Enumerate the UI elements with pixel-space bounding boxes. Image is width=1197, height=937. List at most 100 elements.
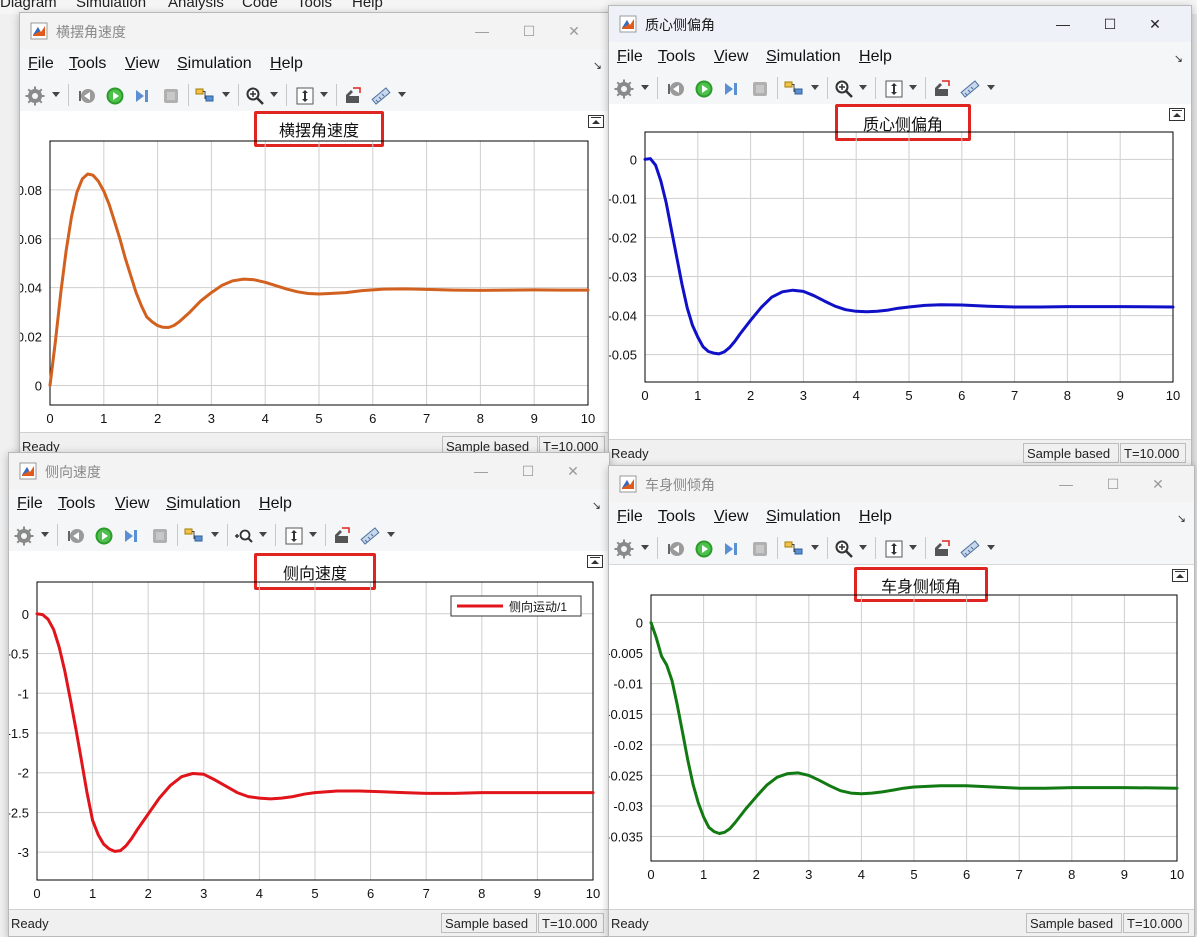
signal-blocks-icon[interactable] [183, 525, 205, 547]
signal-blocks-icon[interactable] [783, 78, 805, 100]
settings-gear-icon[interactable] [613, 78, 635, 100]
menu-tools[interactable]: Tools [69, 55, 106, 73]
dropdown-arrow-icon[interactable] [811, 545, 819, 550]
settings-gear-icon[interactable] [13, 525, 35, 547]
dropdown-arrow-icon[interactable] [859, 85, 867, 90]
menu-help[interactable]: Help [259, 495, 292, 513]
dropdown-arrow-icon[interactable] [52, 92, 60, 97]
scale-axes-icon[interactable] [883, 538, 905, 560]
menu-help[interactable]: Help [859, 48, 892, 66]
dropdown-arrow-icon[interactable] [641, 545, 649, 550]
dropdown-arrow-icon[interactable] [270, 92, 278, 97]
settings-gear-icon[interactable] [613, 538, 635, 560]
dropdown-arrow-icon[interactable] [41, 532, 49, 537]
menu-help[interactable]: Help [859, 508, 892, 526]
menu-tools[interactable]: Tools [658, 48, 695, 66]
minimize-button[interactable]: — [1044, 470, 1088, 498]
bg-menu-tools[interactable]: Tools [297, 0, 332, 11]
dropdown-arrow-icon[interactable] [909, 545, 917, 550]
highlight-simulink-block-icon[interactable] [931, 78, 953, 100]
menu-view[interactable]: View [714, 508, 748, 526]
measurements-icon[interactable] [959, 538, 981, 560]
dropdown-arrow-icon[interactable] [309, 532, 317, 537]
title-bar[interactable]: 质心侧偏角 — ☐ ✕ [609, 6, 1191, 42]
dropdown-arrow-icon[interactable] [320, 92, 328, 97]
dock-arrow-icon[interactable]: ↘ [1174, 52, 1183, 65]
menu-file[interactable]: File [28, 55, 54, 73]
stop-icon[interactable] [149, 525, 171, 547]
dock-arrow-icon[interactable]: ↘ [592, 499, 601, 512]
title-bar[interactable]: 侧向速度 — ☐ ✕ [9, 453, 609, 489]
maximize-button[interactable]: ☐ [507, 17, 551, 45]
measurements-icon[interactable] [370, 85, 392, 107]
menu-file[interactable]: File [617, 48, 643, 66]
step-back-icon[interactable] [665, 78, 687, 100]
menu-simulation[interactable]: Simulation [766, 508, 841, 526]
signal-blocks-icon[interactable] [194, 85, 216, 107]
dropdown-arrow-icon[interactable] [859, 545, 867, 550]
run-icon[interactable] [93, 525, 115, 547]
dropdown-arrow-icon[interactable] [222, 92, 230, 97]
legend[interactable]: 侧向运动/1 [450, 595, 582, 617]
zoom-in-icon[interactable] [833, 538, 855, 560]
menu-tools[interactable]: Tools [58, 495, 95, 513]
step-back-icon[interactable] [65, 525, 87, 547]
scale-axes-icon[interactable] [294, 85, 316, 107]
dropdown-arrow-icon[interactable] [987, 85, 995, 90]
close-button[interactable]: ✕ [551, 457, 595, 485]
highlight-simulink-block-icon[interactable] [331, 525, 353, 547]
signal-blocks-icon[interactable] [783, 538, 805, 560]
dropdown-arrow-icon[interactable] [387, 532, 395, 537]
menu-tools[interactable]: Tools [658, 508, 695, 526]
highlight-simulink-block-icon[interactable] [342, 85, 364, 107]
menu-help[interactable]: Help [270, 55, 303, 73]
minimize-button[interactable]: — [460, 17, 504, 45]
step-back-icon[interactable] [665, 538, 687, 560]
run-icon[interactable] [693, 78, 715, 100]
menu-simulation[interactable]: Simulation [177, 55, 252, 73]
settings-gear-icon[interactable] [24, 85, 46, 107]
scale-axes-icon[interactable] [283, 525, 305, 547]
maximize-button[interactable]: ☐ [1088, 10, 1132, 38]
title-bar[interactable]: 横摆角速度 — ☐ ✕ [20, 13, 610, 49]
bg-menu-diagram[interactable]: Diagram [0, 0, 57, 11]
menu-file[interactable]: File [17, 495, 43, 513]
dropdown-arrow-icon[interactable] [259, 532, 267, 537]
highlight-simulink-block-icon[interactable] [931, 538, 953, 560]
bg-menu-analysis[interactable]: Analysis [168, 0, 224, 11]
dropdown-arrow-icon[interactable] [909, 85, 917, 90]
scale-axes-icon[interactable] [883, 78, 905, 100]
zoom-in-icon[interactable] [244, 85, 266, 107]
dropdown-arrow-icon[interactable] [211, 532, 219, 537]
bg-menu-code[interactable]: Code [242, 0, 278, 11]
bg-menu-simulation[interactable]: Simulation [76, 0, 146, 11]
close-button[interactable]: ✕ [552, 17, 596, 45]
minimize-button[interactable]: — [1041, 10, 1085, 38]
dock-arrow-icon[interactable]: ↘ [593, 59, 602, 72]
menu-file[interactable]: File [617, 508, 643, 526]
dropdown-arrow-icon[interactable] [398, 92, 406, 97]
step-forward-icon[interactable] [132, 85, 154, 107]
step-forward-icon[interactable] [121, 525, 143, 547]
maximize-button[interactable]: ☐ [506, 457, 550, 485]
dropdown-arrow-icon[interactable] [811, 85, 819, 90]
stop-icon[interactable] [749, 538, 771, 560]
dropdown-arrow-icon[interactable] [987, 545, 995, 550]
step-forward-icon[interactable] [721, 78, 743, 100]
menu-simulation[interactable]: Simulation [766, 48, 841, 66]
dock-arrow-icon[interactable]: ↘ [1177, 512, 1186, 525]
maximize-button[interactable]: ☐ [1091, 470, 1135, 498]
menu-view[interactable]: View [115, 495, 149, 513]
run-icon[interactable] [104, 85, 126, 107]
run-icon[interactable] [693, 538, 715, 560]
minimize-button[interactable]: — [459, 457, 503, 485]
step-forward-icon[interactable] [721, 538, 743, 560]
close-button[interactable]: ✕ [1136, 470, 1180, 498]
step-back-icon[interactable] [76, 85, 98, 107]
menu-simulation[interactable]: Simulation [166, 495, 241, 513]
dropdown-arrow-icon[interactable] [641, 85, 649, 90]
menu-view[interactable]: View [125, 55, 159, 73]
stop-icon[interactable] [749, 78, 771, 100]
measurements-icon[interactable] [959, 78, 981, 100]
trigger-zoom-icon[interactable] [233, 525, 255, 547]
